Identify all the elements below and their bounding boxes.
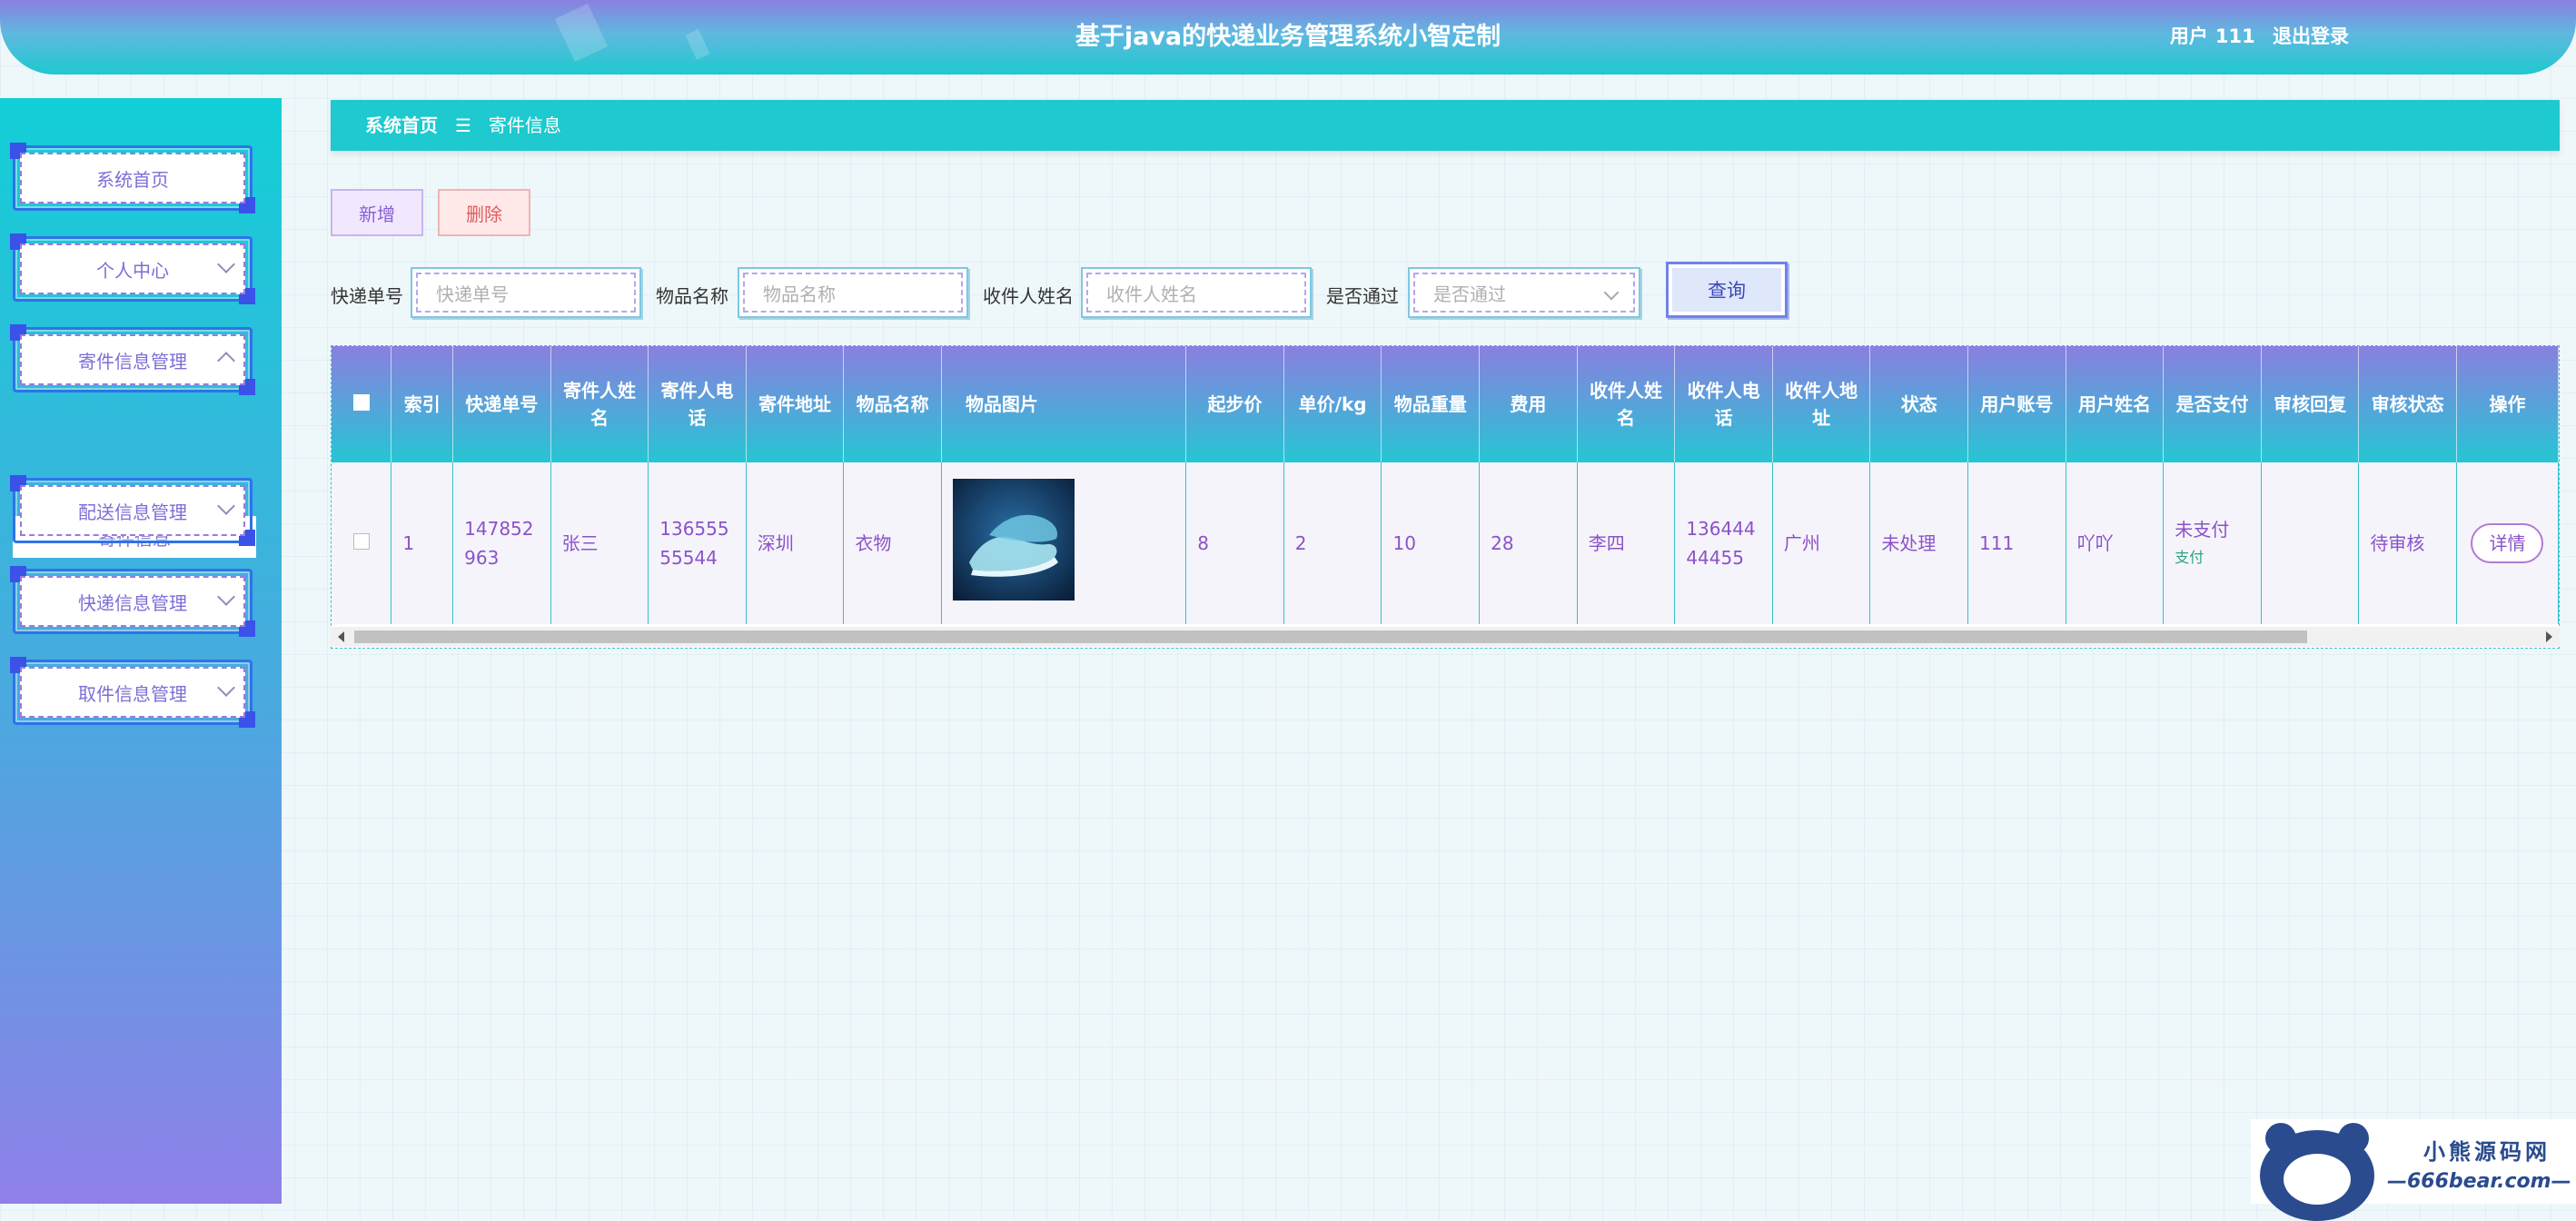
cell-base-price: 8 xyxy=(1185,462,1284,624)
col-tracking: 快递单号 xyxy=(452,346,551,462)
cell-weight: 10 xyxy=(1381,462,1481,624)
cell-receiver-phone: 13644444455 xyxy=(1674,462,1773,624)
cell-account: 111 xyxy=(1967,462,2066,624)
sidebar-item-label: 取件信息管理 xyxy=(20,667,245,718)
cell-fee: 28 xyxy=(1479,462,1578,624)
sidebar-item-home[interactable]: 系统首页 xyxy=(10,143,255,213)
select-all-checkbox[interactable] xyxy=(352,394,370,411)
watermark-text: 小熊源码网 xyxy=(2423,1139,2551,1165)
cell-review-reply xyxy=(2261,462,2360,624)
cell-receiver-addr: 广州 xyxy=(1772,462,1871,624)
col-fee: 费用 xyxy=(1479,346,1578,462)
col-status: 状态 xyxy=(1869,346,1968,462)
col-sender-addr: 寄件地址 xyxy=(746,346,845,462)
horizontal-scrollbar[interactable] xyxy=(331,627,2560,647)
item-name-placeholder: 物品名称 xyxy=(743,273,963,313)
cell-status: 未处理 xyxy=(1869,462,1968,624)
user-info: 用户 111 退出登录 xyxy=(2159,22,2349,49)
receiver-name-input[interactable]: 收件人姓名 xyxy=(1081,267,1312,318)
user-label: 用户 xyxy=(2169,25,2208,47)
user-name: 111 xyxy=(2214,25,2255,47)
cell-unit-price: 2 xyxy=(1283,462,1382,624)
col-account: 用户账号 xyxy=(1967,346,2066,462)
sidebar-item-label: 寄件信息管理 xyxy=(20,334,245,385)
scrollbar-thumb[interactable] xyxy=(354,630,2307,643)
tracking-input[interactable]: 快递单号 xyxy=(411,267,641,318)
sidebar-item-label: 配送信息管理 xyxy=(20,485,245,536)
cell-item-name: 衣物 xyxy=(843,462,942,624)
sidebar-item-send-management[interactable]: 寄件信息管理 xyxy=(10,324,255,395)
col-item-image: 物品图片 xyxy=(941,346,1187,462)
detail-button[interactable]: 详情 xyxy=(2471,523,2544,563)
sidebar-item-pickup-management[interactable]: 取件信息管理 xyxy=(10,657,255,728)
cell-sender-name: 张三 xyxy=(550,462,649,624)
receiver-name-label: 收件人姓名 xyxy=(983,285,1074,307)
menu-icon: ☰ xyxy=(454,114,471,136)
sidebar-item-label: 个人中心 xyxy=(20,243,245,294)
col-sender-name: 寄件人姓名 xyxy=(550,346,649,462)
breadcrumb: 系统首页 ☰ 寄件信息 xyxy=(331,100,2560,151)
cell-tracking: 147852963 xyxy=(452,462,551,624)
breadcrumb-current: 寄件信息 xyxy=(488,114,561,136)
query-button[interactable]: 查询 xyxy=(1666,262,1788,318)
col-paid: 是否支付 xyxy=(2163,346,2262,462)
add-button[interactable]: 新增 xyxy=(331,189,423,236)
col-base-price: 起步价 xyxy=(1185,346,1284,462)
col-receiver-phone: 收件人电话 xyxy=(1674,346,1773,462)
col-user-name: 用户姓名 xyxy=(2066,346,2165,462)
sidebar-item-label: 快递信息管理 xyxy=(20,576,245,627)
col-review-reply: 审核回复 xyxy=(2261,346,2360,462)
table-row: 1 147852963 张三 13655555544 深圳 衣物 8 2 10 … xyxy=(332,462,2559,624)
query-button-label: 查询 xyxy=(1672,268,1781,312)
scroll-right-icon[interactable] xyxy=(2546,631,2552,642)
data-table: 索引 快递单号 寄件人姓名 寄件人电话 寄件地址 物品名称 物品图片 起步价 单… xyxy=(331,345,2560,649)
cell-paid: 未支付 支付 xyxy=(2163,462,2262,624)
sidebar-item-delivery-management[interactable]: 配送信息管理 xyxy=(10,475,255,546)
sidebar: 系统首页 个人中心 寄件信息管理 寄件信息 配送信息管理 快递信息管理 取件信息… xyxy=(0,98,282,1204)
cell-receiver-name: 李四 xyxy=(1577,462,1676,624)
chevron-down-icon xyxy=(1603,284,1620,301)
pay-link[interactable]: 支付 xyxy=(2175,544,2250,571)
col-receiver-addr: 收件人地址 xyxy=(1772,346,1871,462)
cell-actions: 详情 xyxy=(2456,462,2559,624)
col-actions: 操作 xyxy=(2456,346,2559,462)
cell-sender-addr: 深圳 xyxy=(746,462,845,624)
sidebar-item-label: 系统首页 xyxy=(20,153,245,204)
item-name-label: 物品名称 xyxy=(656,285,728,307)
col-weight: 物品重量 xyxy=(1381,346,1481,462)
cell-review-status: 待审核 xyxy=(2358,462,2457,624)
sidebar-item-express-management[interactable]: 快递信息管理 xyxy=(10,566,255,637)
sidebar-item-profile[interactable]: 个人中心 xyxy=(10,233,255,304)
col-item-name: 物品名称 xyxy=(843,346,942,462)
col-index: 索引 xyxy=(391,346,454,462)
delete-button[interactable]: 删除 xyxy=(438,189,530,236)
select-all-header xyxy=(332,346,392,462)
logout-link[interactable]: 退出登录 xyxy=(2273,25,2349,47)
item-name-input[interactable]: 物品名称 xyxy=(738,267,968,318)
tracking-label: 快递单号 xyxy=(331,285,403,307)
top-header: 基于java的快递业务管理系统小智定制 用户 111 退出登录 xyxy=(0,0,2576,74)
watermark-logo: 小熊源码网 —666bear.com— xyxy=(2251,1119,2576,1221)
row-checkbox[interactable] xyxy=(352,533,370,550)
bear-logo-icon xyxy=(2260,1123,2374,1221)
watermark-url: —666bear.com— xyxy=(2387,1170,2571,1193)
col-sender-phone: 寄件人电话 xyxy=(648,346,747,462)
cell-sender-phone: 13655555544 xyxy=(648,462,747,624)
paid-status: 未支付 xyxy=(2175,519,2230,541)
approved-placeholder: 是否通过 xyxy=(1433,283,1506,305)
table-header-row: 索引 快递单号 寄件人姓名 寄件人电话 寄件地址 物品名称 物品图片 起步价 单… xyxy=(332,346,2559,462)
scroll-left-icon[interactable] xyxy=(338,631,344,642)
cell-index: 1 xyxy=(391,462,454,624)
cell-user-name: 吖吖 xyxy=(2066,462,2165,624)
col-unit-price: 单价/kg xyxy=(1283,346,1382,462)
approved-select[interactable]: 是否通过 xyxy=(1408,267,1640,318)
cell-item-image xyxy=(941,462,1187,624)
shoe-image xyxy=(952,478,1075,601)
col-review-status: 审核状态 xyxy=(2358,346,2457,462)
col-receiver-name: 收件人姓名 xyxy=(1577,346,1676,462)
approved-label: 是否通过 xyxy=(1326,285,1399,307)
breadcrumb-home[interactable]: 系统首页 xyxy=(365,114,438,136)
tracking-placeholder: 快递单号 xyxy=(416,273,636,313)
receiver-name-placeholder: 收件人姓名 xyxy=(1086,273,1306,313)
